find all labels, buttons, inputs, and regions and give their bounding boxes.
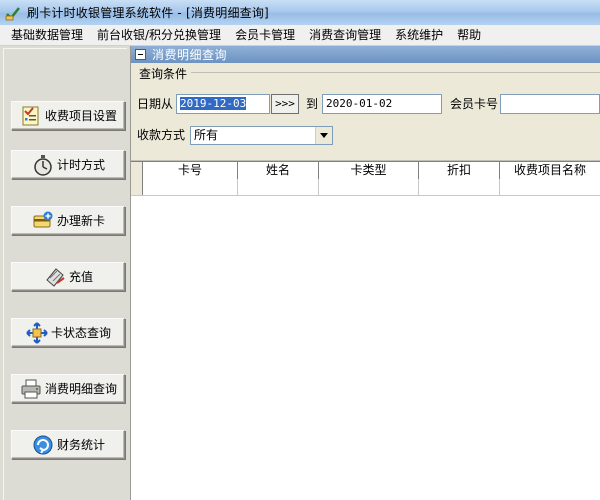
col-card-no[interactable]: 卡号 xyxy=(143,162,238,179)
panel-title: 消费明细查询 xyxy=(152,48,228,62)
nav-label: 收费项目设置 xyxy=(44,109,117,123)
nav-label: 办理新卡 xyxy=(56,214,105,228)
card-no-input[interactable] xyxy=(500,94,600,114)
date-from-label: 日期从 xyxy=(137,97,174,111)
menu-system-maintenance[interactable]: 系统维护 xyxy=(388,25,450,46)
date-to-label: 到 xyxy=(306,97,319,111)
recharge-icon xyxy=(43,265,67,289)
cell-name[interactable] xyxy=(238,179,319,195)
query-legend: 查询条件 xyxy=(138,65,189,82)
pay-method-value: 所有 xyxy=(194,128,219,142)
new-card-icon xyxy=(31,209,55,233)
nav-consumption-detail-query[interactable]: 消费明细查询 xyxy=(11,374,125,403)
col-card-type[interactable]: 卡类型 xyxy=(319,162,419,179)
title-bar[interactable]: 刷卡计时收银管理系统软件 - [消费明细查询] xyxy=(0,0,600,25)
nav-label: 计时方式 xyxy=(56,158,105,172)
stopwatch-icon xyxy=(31,153,55,177)
menu-basic-data[interactable]: 基础数据管理 xyxy=(4,25,90,46)
nav-label: 卡状态查询 xyxy=(50,326,111,340)
pay-method-select[interactable]: 所有 xyxy=(190,126,333,145)
window-title: 刷卡计时收银管理系统软件 - [消费明细查询] xyxy=(27,6,269,20)
row-indicator xyxy=(131,179,143,195)
nav-financial-statistics[interactable]: 财务统计 xyxy=(11,430,125,459)
row-indicator-header xyxy=(131,162,143,179)
nav-fee-item-settings[interactable]: 收费项目设置 xyxy=(11,101,125,130)
nav-card-status-query[interactable]: 卡状态查询 xyxy=(11,318,125,347)
finance-icon xyxy=(31,433,55,457)
date-range-button[interactable]: >>> xyxy=(271,94,299,114)
date-to-input[interactable]: 2020-01-02 xyxy=(322,94,442,114)
date-from-input[interactable]: 2019-12-03 xyxy=(176,94,270,114)
grid-header: 卡号 姓名 卡类型 折扣 收费项目名称 xyxy=(131,161,600,179)
menu-consumption-query[interactable]: 消费查询管理 xyxy=(302,25,388,46)
fieldset-line xyxy=(191,72,600,73)
table-row[interactable] xyxy=(131,179,600,196)
collapse-icon[interactable] xyxy=(135,49,146,60)
query-conditions: 查询条件 日期从 2019-12-03 >>> 到 2020-01-02 会员卡… xyxy=(131,63,600,161)
menu-bar: 基础数据管理 前台收银/积分兑换管理 会员卡管理 消费查询管理 系统维护 帮助 xyxy=(0,25,600,46)
chevron-down-icon[interactable] xyxy=(315,127,332,144)
date-from-value: 2019-12-03 xyxy=(180,97,247,110)
cell-discount[interactable] xyxy=(419,179,500,195)
app-logo-icon xyxy=(5,5,21,21)
menu-member-card[interactable]: 会员卡管理 xyxy=(228,25,302,46)
col-fee-item-name[interactable]: 收费项目名称 xyxy=(500,162,600,179)
nav-timing-method[interactable]: 计时方式 xyxy=(11,150,125,179)
nav-recharge[interactable]: 充值 xyxy=(11,262,125,291)
nav-label: 充值 xyxy=(68,270,93,284)
pay-method-label: 收款方式 xyxy=(137,128,186,142)
result-grid: 卡号 姓名 卡类型 折扣 收费项目名称 xyxy=(131,161,600,500)
card-status-icon xyxy=(25,321,49,345)
menu-front-cashier[interactable]: 前台收银/积分兑换管理 xyxy=(90,25,228,46)
panel-header: 消费明细查询 xyxy=(131,46,600,63)
cell-card-type[interactable] xyxy=(319,179,419,195)
cell-fee-item-name[interactable] xyxy=(500,179,600,195)
main-content: 消费明细查询 查询条件 日期从 2019-12-03 >>> 到 2020-01… xyxy=(131,46,600,500)
cell-card-no[interactable] xyxy=(143,179,238,195)
col-name[interactable]: 姓名 xyxy=(238,162,319,179)
sidebar: 收费项目设置 计时方式 办理新卡 充值 卡状态查询 消费明细查询 财务统计 xyxy=(0,46,131,500)
printer-icon xyxy=(19,377,43,401)
card-no-label: 会员卡号 xyxy=(450,97,499,111)
nav-new-card[interactable]: 办理新卡 xyxy=(11,206,125,235)
date-to-value: 2020-01-02 xyxy=(326,97,393,110)
checklist-icon xyxy=(19,104,43,128)
nav-label: 财务统计 xyxy=(56,438,105,452)
menu-help[interactable]: 帮助 xyxy=(450,25,488,46)
nav-label: 消费明细查询 xyxy=(44,382,117,396)
col-discount[interactable]: 折扣 xyxy=(419,162,500,179)
